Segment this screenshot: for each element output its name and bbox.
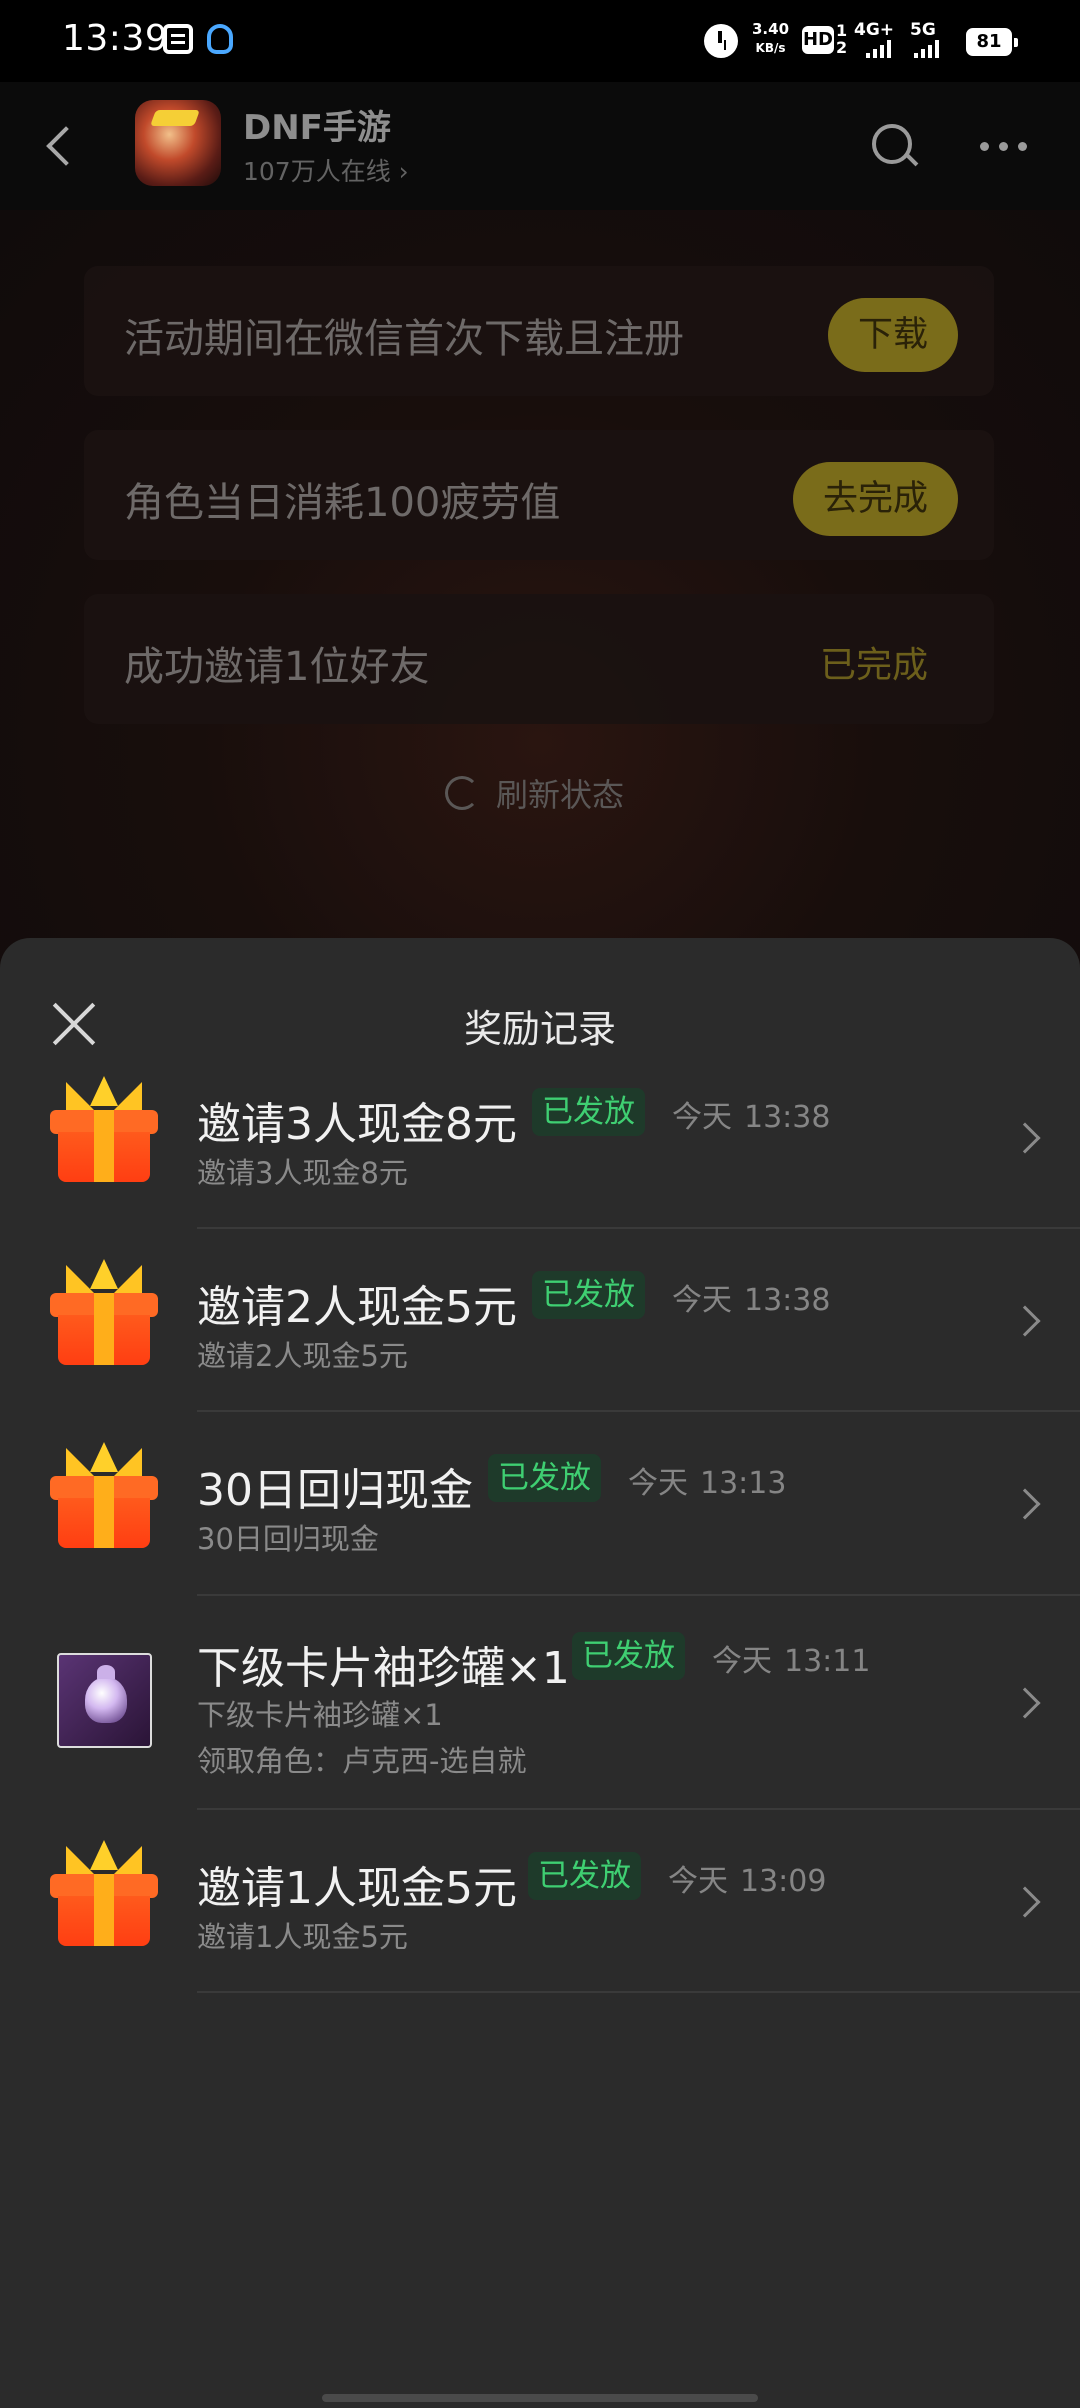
record-role: 领取角色：卢克西-选自就 bbox=[197, 1744, 527, 1778]
task-status: 已完成 bbox=[819, 645, 928, 686]
gift-icon bbox=[50, 1076, 158, 1184]
network-speed: 3.40 KB/s bbox=[752, 20, 789, 57]
battery-icon: 81 bbox=[966, 28, 1018, 56]
record-title: 下级卡片袖珍罐×1 bbox=[197, 1643, 570, 1694]
record-time: 今天 13:13 bbox=[628, 1466, 787, 1501]
status-badge: 已发放 bbox=[532, 1088, 645, 1136]
alarm-icon bbox=[704, 24, 738, 58]
reward-record-row[interactable]: 邀请2人现金5元 已发放 今天 13:38 邀请2人现金5元 bbox=[0, 1229, 1080, 1412]
status-badge: 已发放 bbox=[572, 1632, 685, 1680]
refresh-icon bbox=[445, 776, 479, 810]
status-badge: 已发放 bbox=[528, 1852, 641, 1900]
network-speed-unit: KB/s bbox=[755, 41, 786, 55]
task-card: 成功邀请1位好友 已完成 bbox=[84, 594, 994, 724]
chevron-right-icon bbox=[1009, 1687, 1041, 1719]
hd-icon: HD bbox=[802, 26, 834, 54]
record-subtitle: 邀请1人现金5元 bbox=[197, 1920, 408, 1954]
reward-record-row[interactable]: 邀请1人现金5元 已发放 今天 13:09 邀请1人现金5元 bbox=[0, 1810, 1080, 1993]
message-icon bbox=[163, 24, 193, 54]
status-bar: 13:39 3.40 KB/s HD 1 2 4G+ 5G 81 bbox=[0, 0, 1080, 82]
chevron-right-icon bbox=[1009, 1488, 1041, 1520]
go-complete-button[interactable]: 去完成 bbox=[792, 462, 958, 536]
card-jar-icon bbox=[57, 1653, 152, 1748]
divider bbox=[197, 1991, 1080, 1993]
signal-icon-2 bbox=[914, 40, 939, 58]
back-button[interactable] bbox=[30, 112, 90, 176]
chevron-right-icon bbox=[1009, 1122, 1041, 1154]
sheet-title: 奖励记录 bbox=[463, 1007, 616, 1051]
task-text: 活动期间在微信首次下载且注册 bbox=[124, 316, 684, 362]
gift-icon bbox=[50, 1840, 158, 1948]
reward-record-row[interactable]: 邀请3人现金8元 已发放 今天 13:38 邀请3人现金8元 bbox=[0, 1046, 1080, 1229]
task-text: 角色当日消耗100疲劳值 bbox=[124, 480, 561, 526]
record-subtitle: 邀请2人现金5元 bbox=[197, 1339, 408, 1373]
status-time: 13:39 bbox=[62, 18, 169, 59]
record-time: 今天 13:38 bbox=[672, 1100, 831, 1135]
hd-sim-index: 1 2 bbox=[836, 21, 848, 57]
record-time: 今天 13:09 bbox=[668, 1864, 827, 1899]
game-avatar[interactable] bbox=[135, 100, 221, 186]
qq-icon bbox=[207, 24, 233, 54]
record-subtitle: 邀请3人现金8元 bbox=[197, 1156, 408, 1190]
task-text: 成功邀请1位好友 bbox=[124, 644, 430, 690]
refresh-label: 刷新状态 bbox=[496, 776, 625, 814]
gift-icon bbox=[50, 1442, 158, 1550]
record-title: 30日回归现金 bbox=[197, 1465, 473, 1516]
search-icon[interactable] bbox=[862, 116, 922, 176]
record-title: 邀请2人现金5元 bbox=[197, 1282, 517, 1333]
task-card: 角色当日消耗100疲劳值 去完成 bbox=[84, 430, 994, 560]
record-title: 邀请3人现金8元 bbox=[197, 1099, 517, 1150]
game-name[interactable]: DNF手游 bbox=[243, 100, 391, 149]
more-icon[interactable] bbox=[972, 116, 1036, 176]
status-badge: 已发放 bbox=[532, 1271, 645, 1319]
record-title: 邀请1人现金5元 bbox=[197, 1863, 517, 1914]
record-subtitle: 30日回归现金 bbox=[197, 1522, 379, 1556]
reward-records-sheet: 奖励记录 邀请3人现金8元 已发放 今天 13:38 邀请3人现金8元 邀请2人现… bbox=[0, 938, 1080, 2408]
status-badge: 已发放 bbox=[488, 1454, 601, 1502]
network-type-1: 4G+ bbox=[854, 20, 895, 40]
gift-icon bbox=[50, 1259, 158, 1367]
record-time: 今天 13:38 bbox=[672, 1283, 831, 1318]
chevron-right-icon bbox=[1009, 1886, 1041, 1918]
reward-record-row[interactable]: 下级卡片袖珍罐×1 已发放 今天 13:11 下级卡片袖珍罐×1 领取角色：卢克西… bbox=[0, 1596, 1080, 1810]
reward-record-row[interactable]: 30日回归现金 已发放 今天 13:13 30日回归现金 bbox=[0, 1412, 1080, 1596]
task-list-background: 活动期间在微信首次下载且注册 下载 角色当日消耗100疲劳值 去完成 成功邀请1… bbox=[0, 210, 1080, 1130]
record-subtitle: 下级卡片袖珍罐×1 bbox=[197, 1698, 443, 1732]
network-speed-value: 3.40 bbox=[752, 20, 790, 38]
task-card: 活动期间在微信首次下载且注册 下载 bbox=[84, 266, 994, 396]
chevron-right-icon bbox=[1009, 1305, 1041, 1337]
home-indicator[interactable] bbox=[322, 2394, 758, 2402]
online-count[interactable]: 107万人在线 › bbox=[243, 152, 409, 188]
signal-icon-1 bbox=[866, 40, 891, 58]
screen: 13:39 3.40 KB/s HD 1 2 4G+ 5G 81 DNF手游 1… bbox=[0, 0, 1080, 2408]
download-button[interactable]: 下载 bbox=[827, 298, 958, 372]
record-time: 今天 13:11 bbox=[712, 1644, 871, 1679]
network-type-2: 5G bbox=[910, 20, 936, 40]
nav-bar: DNF手游 107万人在线 › bbox=[0, 82, 1080, 210]
